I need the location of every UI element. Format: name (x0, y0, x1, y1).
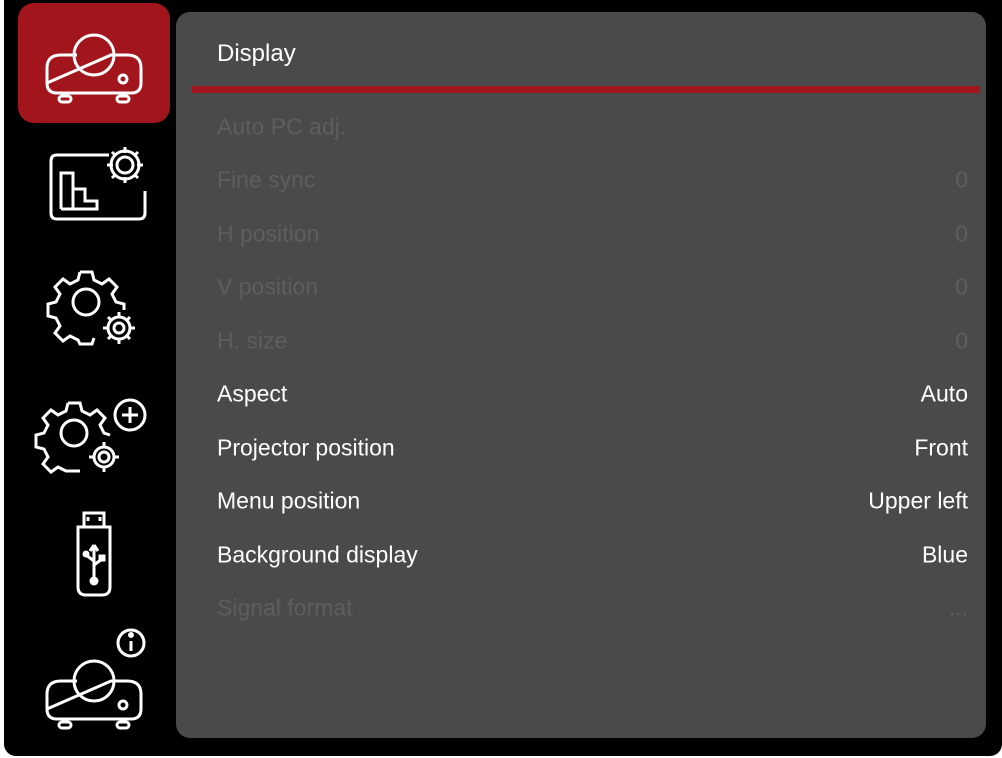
menu-row-value: 0 (955, 327, 968, 354)
menu-row-value: Front (914, 434, 968, 461)
sidebar (4, 0, 176, 756)
settings-gears-icon (46, 270, 135, 346)
menu-row-label: Background display (217, 541, 418, 568)
display-menu-panel: Display Auto PC adj. Fine sync 0 H posit… (176, 12, 986, 738)
sidebar-item-media[interactable] (18, 493, 170, 613)
menu-row-label: Projector position (217, 434, 395, 461)
menu-row-value: Blue (921, 541, 968, 568)
menu-row-background-display[interactable]: Background display Blue (176, 528, 986, 582)
menu-row-fine-sync[interactable]: Fine sync 0 (176, 154, 986, 208)
menu-row-aspect[interactable]: Aspect Auto (176, 368, 986, 422)
page-title: Display (217, 40, 296, 67)
menu-row-label: Fine sync (217, 166, 316, 193)
sidebar-item-info[interactable] (18, 620, 170, 740)
menu-row-label: Aspect (217, 380, 288, 407)
menu-row-value: 0 (955, 220, 968, 247)
projector-icon (45, 33, 143, 104)
menu-row-value: 0 (955, 166, 968, 193)
menu-row-label: Signal format (217, 594, 353, 621)
menu-row-label: Auto PC adj. (217, 113, 347, 140)
usb-icon (76, 511, 112, 597)
menu-row-label: V position (217, 273, 319, 300)
menu-list: Auto PC adj. Fine sync 0 H position 0 V … (176, 100, 986, 635)
menu-row-value: ... (948, 594, 968, 621)
menu-row-menu-position[interactable]: Menu position Upper left (176, 475, 986, 529)
menu-row-label: H position (217, 220, 320, 247)
menu-row-value: 0 (955, 273, 968, 300)
picture-settings-icon (49, 147, 147, 221)
menu-row-v-position[interactable]: V position 0 (176, 261, 986, 315)
projector-info-icon (45, 628, 146, 730)
menu-row-signal-format[interactable]: Signal format ... (176, 582, 986, 636)
osd-frame: Display Auto PC adj. Fine sync 0 H posit… (4, 0, 1002, 756)
sidebar-item-advanced[interactable] (18, 370, 170, 490)
menu-row-label: H. size (217, 327, 288, 354)
menu-row-h-position[interactable]: H position 0 (176, 207, 986, 261)
menu-row-projector-position[interactable]: Projector position Front (176, 421, 986, 475)
title-underline (192, 86, 980, 93)
menu-row-label: Menu position (217, 487, 361, 514)
menu-row-value: Auto (920, 380, 968, 407)
menu-row-auto-pc-adj[interactable]: Auto PC adj. (176, 100, 986, 154)
menu-row-h-size[interactable]: H. size 0 (176, 314, 986, 368)
sidebar-item-picture[interactable] (18, 120, 170, 240)
advanced-settings-icon (34, 398, 147, 474)
menu-row-value: Upper left (868, 487, 968, 514)
sidebar-item-setup[interactable] (18, 245, 170, 365)
sidebar-item-display[interactable] (18, 3, 170, 123)
